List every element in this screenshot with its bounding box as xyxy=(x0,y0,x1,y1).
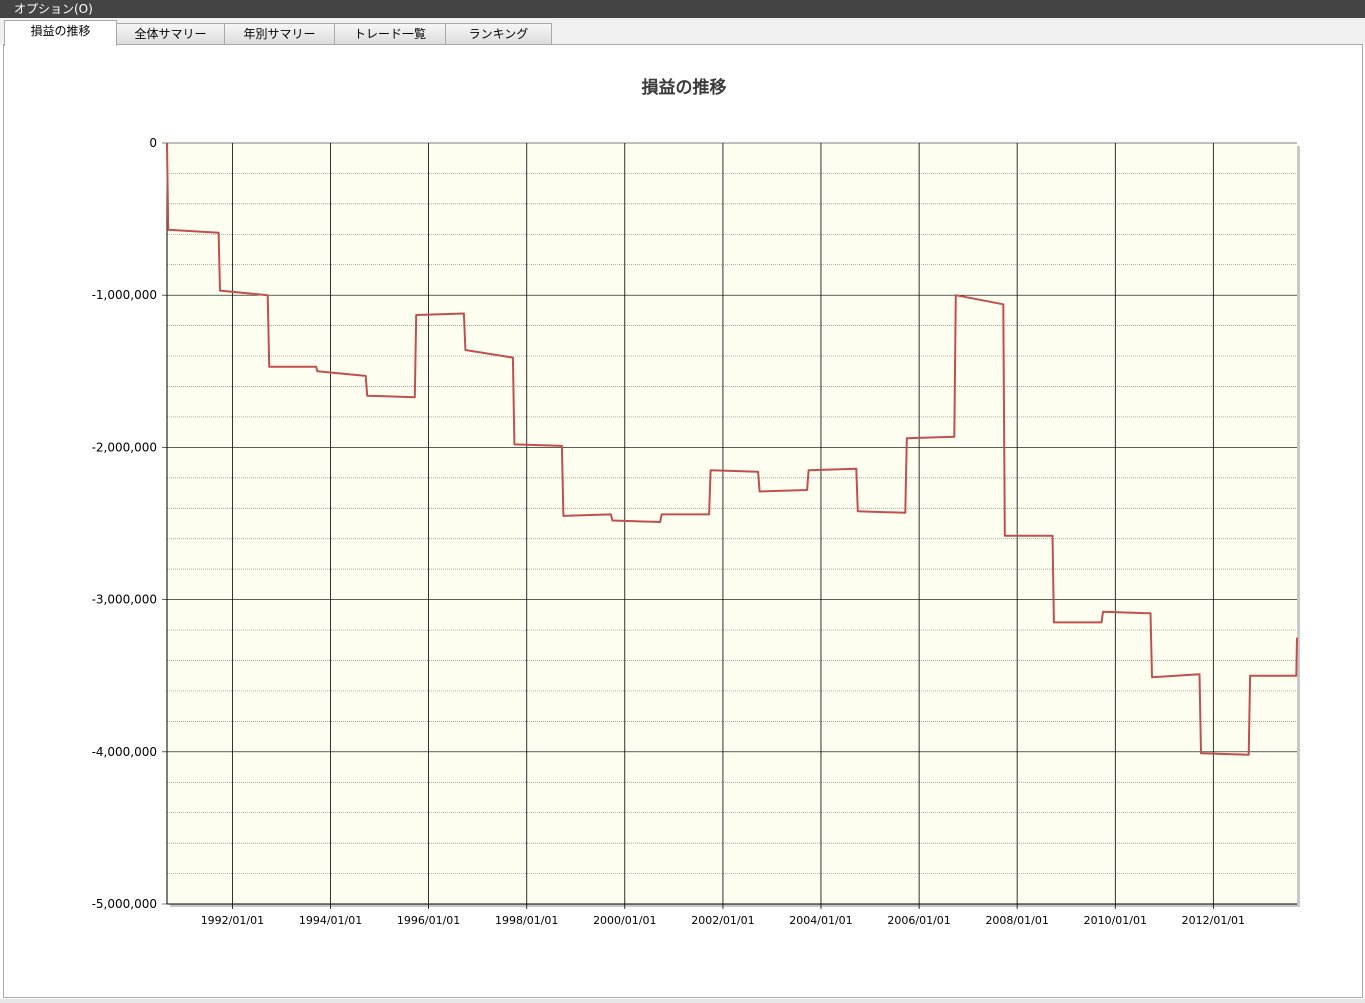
y-tick-label: -1,000,000 xyxy=(92,288,157,302)
y-tick-label: -3,000,000 xyxy=(92,593,157,607)
plot-area: 0 -1,000,000 -2,000,000 -3,000,000 -4,000,00… xyxy=(92,136,1300,927)
tab-panel: 損益の推移 0 -1,000,000 -2,000,000 -3,000,000 -4,… xyxy=(3,44,1363,998)
x-tick-label: 1998/01/01 xyxy=(495,914,558,927)
y-tick-label: -5,000,000 xyxy=(92,897,157,911)
tab-ranking[interactable]: ランキング xyxy=(445,23,552,44)
status-strip xyxy=(0,999,1365,1003)
x-tick-label: 2008/01/01 xyxy=(985,914,1048,927)
chart: 損益の推移 0 -1,000,000 -2,000,000 -3,000,000 -4,… xyxy=(92,77,1300,927)
x-tick-label: 2012/01/01 xyxy=(1182,914,1245,927)
plot-background xyxy=(167,143,1297,904)
tab-strip: 損益の推移 全体サマリー 年別サマリー トレード一覧 ランキング xyxy=(0,18,1365,46)
x-tick-label: 1992/01/01 xyxy=(201,914,264,927)
y-tick-label: -2,000,000 xyxy=(92,440,157,454)
options-menu[interactable]: オプション(O) xyxy=(14,2,93,16)
y-tick-label: -4,000,000 xyxy=(92,745,157,759)
x-tick-label: 2010/01/01 xyxy=(1084,914,1147,927)
menu-bar: オプション(O) xyxy=(0,0,1365,18)
x-tick-label: 2006/01/01 xyxy=(887,914,950,927)
x-tick-label: 1996/01/01 xyxy=(397,914,460,927)
tab-overall-summary[interactable]: 全体サマリー xyxy=(116,23,225,44)
x-tick-label: 2000/01/01 xyxy=(593,914,656,927)
tab-yearly-summary[interactable]: 年別サマリー xyxy=(224,23,335,44)
x-tick-label: 2004/01/01 xyxy=(789,914,852,927)
x-tick-label: 2002/01/01 xyxy=(691,914,754,927)
tab-profit-transition[interactable]: 損益の推移 xyxy=(4,20,117,46)
chart-title: 損益の推移 xyxy=(642,77,727,98)
tab-trade-list[interactable]: トレード一覧 xyxy=(334,23,446,44)
x-tick-label: 1994/01/01 xyxy=(299,914,362,927)
y-tick-label: 0 xyxy=(149,136,157,150)
